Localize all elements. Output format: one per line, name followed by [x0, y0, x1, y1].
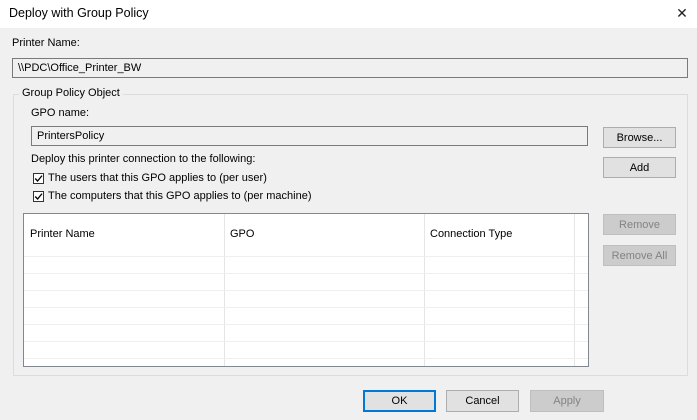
checkmark-icon	[34, 193, 43, 200]
ok-button[interactable]: OK	[363, 390, 436, 412]
gpo-name-field: PrintersPolicy	[31, 126, 588, 146]
per-user-label[interactable]: The users that this GPO applies to (per …	[48, 172, 267, 184]
close-icon[interactable]: ✕	[672, 2, 692, 24]
browse-button[interactable]: Browse...	[603, 127, 676, 148]
column-header-gpo[interactable]: GPO	[230, 228, 254, 240]
per-machine-checkbox[interactable]	[33, 191, 44, 202]
printer-name-field: \\PDC\Office_Printer_BW	[12, 58, 688, 78]
remove-button[interactable]: Remove	[603, 214, 676, 235]
per-user-checkbox[interactable]	[33, 173, 44, 184]
add-button[interactable]: Add	[603, 157, 676, 178]
cancel-button[interactable]: Cancel	[446, 390, 519, 412]
row-gridline	[24, 290, 588, 291]
deployment-list[interactable]: Printer Name GPO Connection Type	[23, 213, 589, 367]
column-header-connection-type[interactable]: Connection Type	[430, 228, 512, 240]
row-gridline	[24, 273, 588, 274]
apply-button[interactable]: Apply	[530, 390, 604, 412]
row-gridline	[24, 256, 588, 257]
gpo-name-label: GPO name:	[31, 107, 90, 119]
column-header-printer-name[interactable]: Printer Name	[30, 228, 95, 240]
row-gridline	[24, 358, 588, 359]
group-title: Group Policy Object	[19, 87, 123, 99]
row-gridline	[24, 324, 588, 325]
row-gridline	[24, 341, 588, 342]
checkmark-icon	[34, 175, 43, 182]
per-machine-label[interactable]: The computers that this GPO applies to (…	[48, 190, 312, 202]
window-title: Deploy with Group Policy	[9, 6, 149, 20]
row-gridline	[24, 307, 588, 308]
deploy-label: Deploy this printer connection to the fo…	[31, 153, 256, 165]
printer-name-label: Printer Name:	[12, 37, 80, 49]
remove-all-button[interactable]: Remove All	[603, 245, 676, 266]
